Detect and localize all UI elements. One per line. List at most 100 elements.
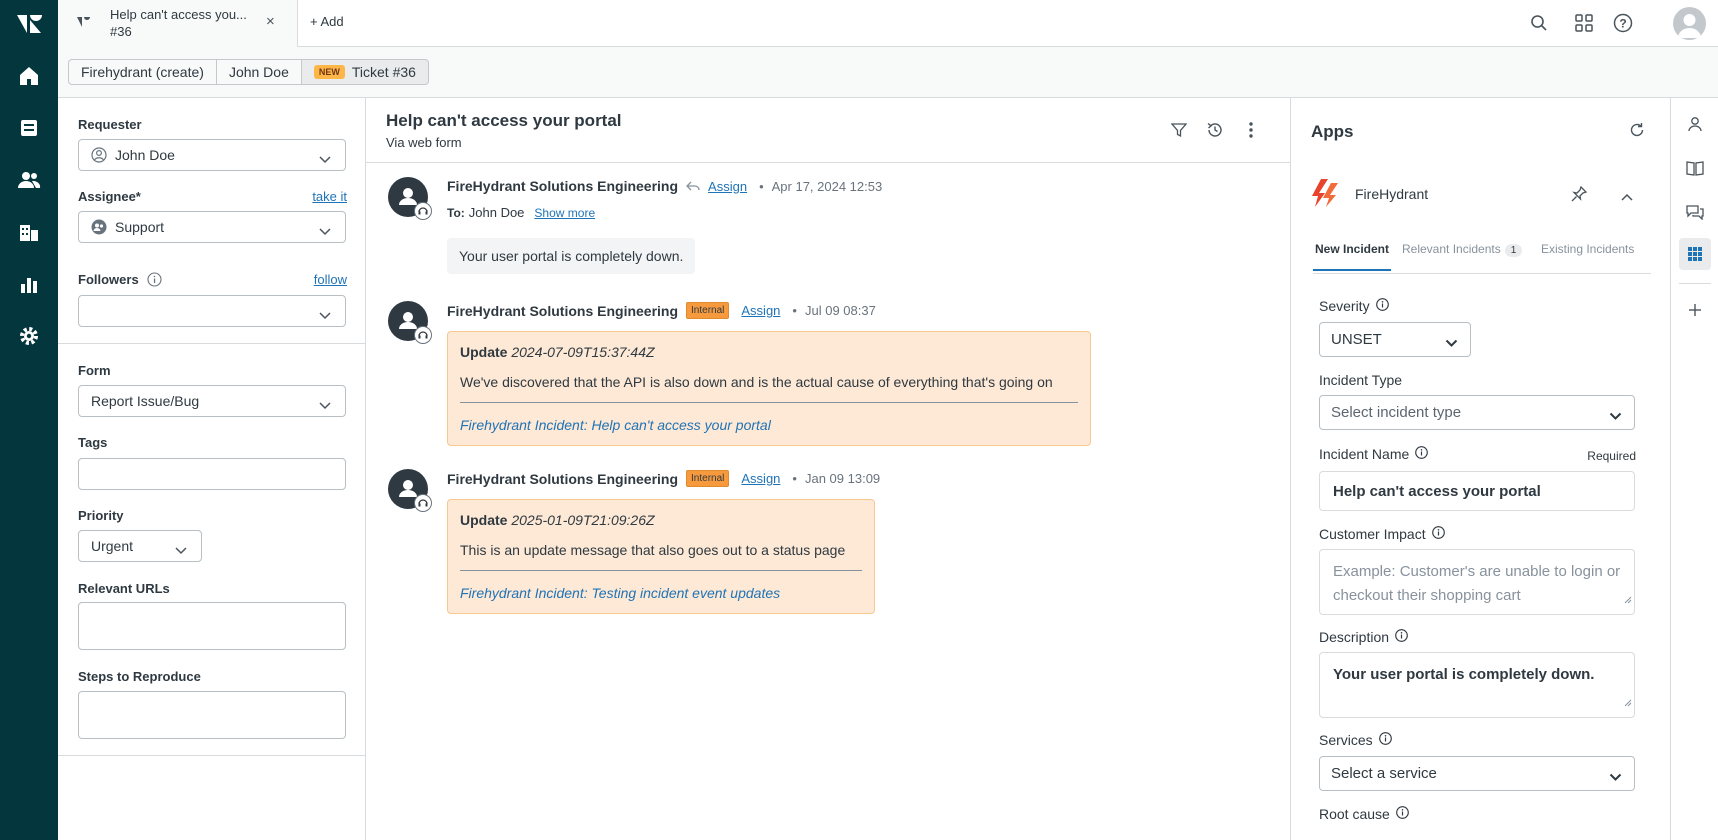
message-author-avatar[interactable]	[388, 469, 432, 512]
ticket-title[interactable]: Help can't access your portal	[386, 111, 622, 131]
apps-icon[interactable]	[1679, 238, 1711, 270]
resize-handle-icon[interactable]	[1624, 691, 1632, 715]
message-recipients: To: John Doe Show more	[447, 205, 599, 220]
chevron-up-icon[interactable]	[1621, 188, 1633, 204]
help-icon[interactable]: ?	[1612, 12, 1634, 34]
info-icon[interactable]	[1395, 806, 1409, 822]
conversations-icon[interactable]	[1683, 200, 1707, 224]
incident-link[interactable]: Firehydrant Incident: Help can't access …	[460, 417, 1078, 433]
history-icon[interactable]	[1205, 120, 1225, 140]
firehydrant-logo-icon	[1311, 178, 1341, 208]
update-body: We've discovered that the API is also do…	[460, 374, 1053, 390]
zendesk-logo-icon[interactable]	[15, 12, 43, 36]
chevron-down-icon	[319, 307, 331, 323]
customer-impact-textarea[interactable]: Example: Customer's are unable to login …	[1319, 549, 1635, 615]
root-cause-label: Root cause	[1319, 806, 1409, 822]
tab-close-icon[interactable]: ×	[266, 13, 275, 30]
show-more-link[interactable]: Show more	[534, 206, 595, 220]
reporting-icon[interactable]	[17, 272, 41, 296]
breadcrumb-requester[interactable]: John Doe	[215, 59, 302, 85]
customer-context-icon[interactable]	[1683, 112, 1707, 136]
internal-note-bubble: Update 2025-01-09T21:09:26Z This is an u…	[447, 499, 875, 614]
message-timestamp: Apr 17, 2024 12:53	[771, 178, 883, 194]
internal-note-badge: Internal	[686, 470, 730, 487]
relevant-urls-input[interactable]	[78, 602, 346, 650]
tab-subtitle: #36	[110, 24, 132, 39]
steps-to-reproduce-input[interactable]	[78, 691, 346, 739]
apps-grid-icon[interactable]	[1573, 12, 1595, 34]
info-icon[interactable]	[1415, 446, 1429, 462]
form-select[interactable]: Report Issue/Bug	[78, 385, 346, 417]
customers-icon[interactable]	[17, 168, 41, 192]
add-plus-icon[interactable]	[1683, 298, 1707, 322]
follow-link[interactable]: follow	[314, 272, 347, 287]
tab-existing-incidents[interactable]: Existing Incidents	[1541, 242, 1634, 256]
services-select[interactable]: Select a service	[1319, 756, 1635, 791]
message-author[interactable]: FireHydrant Solutions Engineering	[447, 471, 678, 487]
user-avatar[interactable]	[1673, 7, 1706, 40]
assign-link[interactable]: Assign	[741, 471, 780, 486]
add-tab-button[interactable]: + Add	[310, 14, 344, 29]
pin-icon[interactable]	[1571, 185, 1588, 205]
home-icon[interactable]	[17, 64, 41, 88]
agent-headset-icon	[414, 326, 432, 344]
chevron-down-icon	[175, 542, 187, 558]
assignee-select[interactable]: Support	[78, 211, 346, 243]
separator-dot: •	[792, 303, 797, 318]
update-body: This is an update message that also goes…	[460, 542, 846, 558]
message-author[interactable]: FireHydrant Solutions Engineering	[447, 303, 678, 319]
admin-gear-icon[interactable]	[17, 324, 41, 348]
message-author-avatar[interactable]	[388, 177, 432, 220]
severity-value: UNSET	[1331, 331, 1382, 348]
take-it-link[interactable]: take it	[312, 189, 347, 204]
ticket-tab[interactable]: Help can't access you... #36 ×	[58, 0, 298, 47]
message-author-avatar[interactable]	[388, 301, 432, 344]
followers-select[interactable]	[78, 295, 346, 327]
message-author[interactable]: FireHydrant Solutions Engineering	[447, 178, 678, 194]
reply-arrow-icon	[686, 181, 700, 191]
internal-note-bubble: Update 2024-07-09T15:37:44Z We've discov…	[447, 331, 1091, 446]
info-icon[interactable]	[1395, 629, 1408, 645]
info-icon[interactable]	[1375, 298, 1389, 314]
message-meta: FireHydrant Solutions Engineering Intern…	[447, 470, 880, 487]
requester-label: Requester	[78, 117, 142, 132]
requester-select[interactable]: John Doe	[78, 139, 346, 171]
breadcrumb-ticket[interactable]: NEW Ticket #36	[300, 59, 429, 85]
chevron-down-icon	[1609, 408, 1622, 425]
knowledge-icon[interactable]	[1683, 156, 1707, 180]
tab-new-incident[interactable]: New Incident	[1312, 242, 1392, 271]
app-name: FireHydrant	[1355, 186, 1429, 202]
incident-type-select[interactable]: Select incident type	[1319, 395, 1635, 430]
priority-select[interactable]: Urgent	[78, 530, 202, 562]
views-icon[interactable]	[17, 116, 41, 140]
product-nav	[0, 0, 58, 840]
incident-name-label-text: Incident Name	[1319, 446, 1410, 462]
description-textarea[interactable]: Your user portal is completely down.	[1319, 652, 1635, 718]
apps-title: Apps	[1311, 122, 1354, 141]
incident-name-input[interactable]: Help can't access your portal	[1319, 471, 1635, 511]
organizations-icon[interactable]	[17, 220, 41, 244]
info-icon[interactable]	[1431, 526, 1445, 542]
info-icon[interactable]	[1378, 732, 1392, 748]
info-icon[interactable]	[147, 272, 162, 287]
tab-relevant-incidents[interactable]: Relevant Incidents 1	[1402, 242, 1523, 257]
tags-input[interactable]	[78, 458, 346, 490]
severity-select[interactable]: UNSET	[1319, 322, 1471, 357]
ticket-header: Help can't access your portal Via web fo…	[366, 98, 1290, 163]
incident-link[interactable]: Firehydrant Incident: Testing incident e…	[460, 585, 862, 601]
breadcrumb-organization[interactable]: Firehydrant (create)	[68, 59, 217, 85]
form-value: Report Issue/Bug	[91, 393, 200, 409]
assign-link[interactable]: Assign	[741, 303, 780, 318]
priority-label: Priority	[78, 508, 124, 523]
resize-handle-icon[interactable]	[1624, 588, 1632, 612]
chevron-down-icon	[319, 397, 331, 413]
user-circle-icon	[91, 147, 107, 163]
refresh-icon[interactable]	[1629, 122, 1645, 141]
search-icon[interactable]	[1528, 12, 1550, 34]
tags-label: Tags	[78, 435, 108, 450]
filter-icon[interactable]	[1169, 120, 1189, 140]
services-placeholder: Select a service	[1331, 765, 1437, 782]
assign-link[interactable]: Assign	[708, 179, 747, 194]
more-options-icon[interactable]	[1241, 120, 1261, 140]
divider	[1679, 283, 1711, 284]
